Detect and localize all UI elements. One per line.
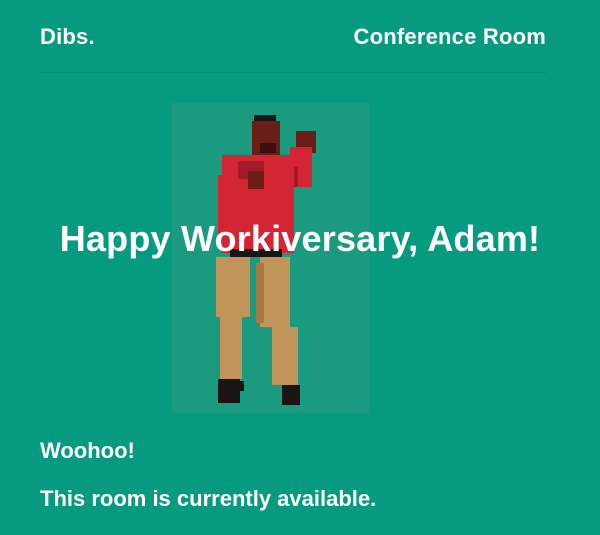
celebration-message: Happy Workiversary, Adam! bbox=[59, 218, 541, 259]
dancer-right-shoe bbox=[282, 385, 300, 405]
top-bar: Dibs. Conference Room bbox=[40, 22, 546, 52]
dancer-leg-shade bbox=[256, 263, 264, 323]
room-status: This room is currently available. bbox=[40, 486, 377, 511]
dancer-hand bbox=[248, 171, 264, 189]
dancer-face-dark bbox=[260, 143, 276, 153]
header-divider bbox=[40, 72, 546, 73]
cheer-text: Woohoo! bbox=[40, 438, 135, 463]
dancer-hair bbox=[254, 115, 276, 121]
dancer-right-leg-upper bbox=[260, 257, 290, 327]
dancer-left-leg-lower bbox=[220, 317, 242, 379]
dancer-left-shoe-tip bbox=[232, 381, 244, 391]
room-name: Conference Room bbox=[353, 24, 546, 49]
dancer-left-leg-upper bbox=[216, 257, 250, 317]
dancer-right-leg-lower bbox=[272, 327, 298, 385]
app-logo-text[interactable]: Dibs. bbox=[40, 24, 95, 50]
